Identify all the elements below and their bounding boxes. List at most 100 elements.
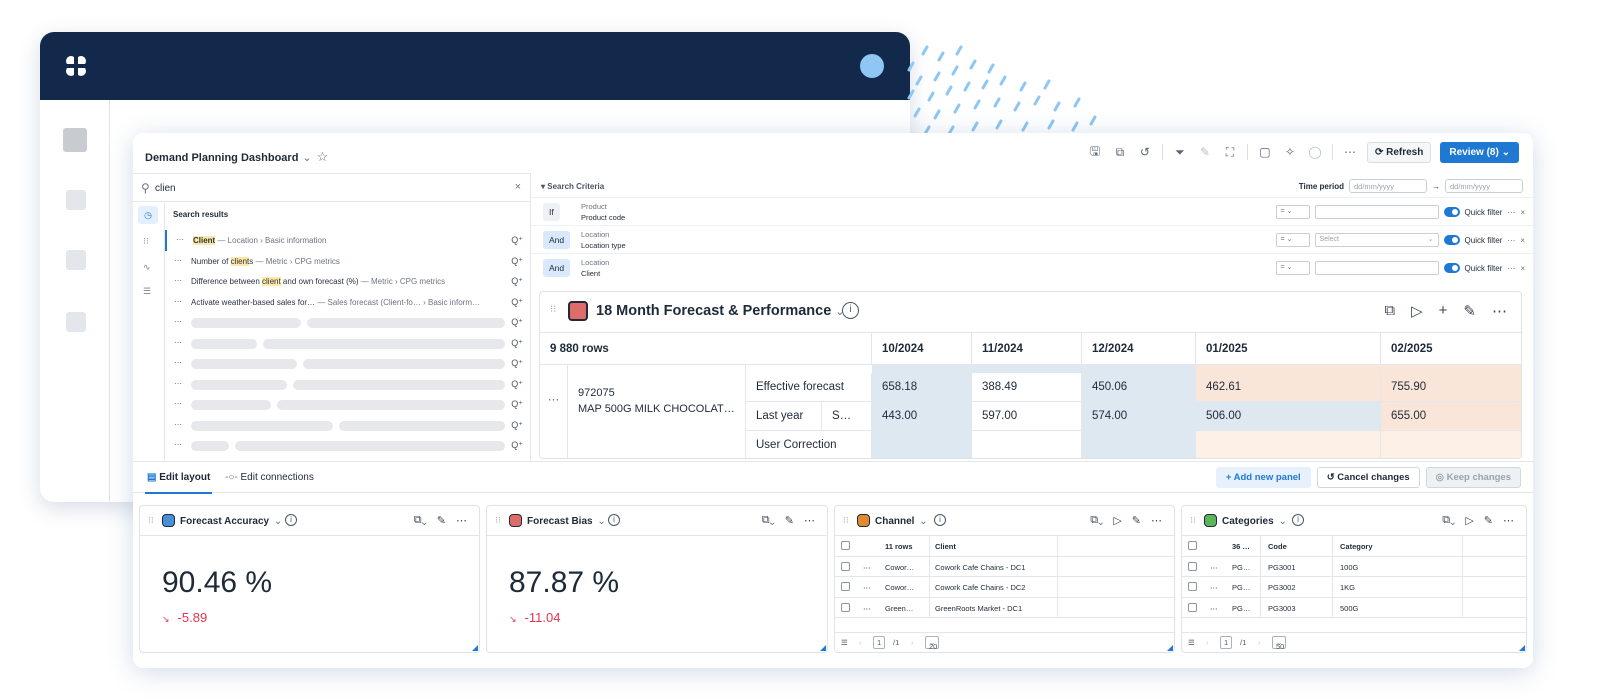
forecast-value-cell[interactable]: 443.00 <box>872 402 972 431</box>
copy-icon[interactable]: ⧉ <box>1112 145 1128 160</box>
search-input[interactable]: clien <box>155 183 176 194</box>
add-to-search-icon[interactable]: Q⁺ <box>511 379 523 390</box>
table-row[interactable]: ⋯ Cowor… Cowork Cafe Chains - DC1 <box>835 556 1174 577</box>
comment-icon[interactable]: ◯ <box>1307 145 1323 159</box>
filter-icon[interactable]: ⏷ <box>1172 145 1188 160</box>
quick-filter-toggle[interactable] <box>1443 207 1460 217</box>
prev-page-icon[interactable]: ‹ <box>1206 638 1209 647</box>
widget-title[interactable]: Forecast Bias ⌄ <box>527 516 606 527</box>
search-box[interactable]: ⚲ clien × <box>133 174 531 202</box>
remove-criteria-icon[interactable]: × <box>1520 236 1525 245</box>
favorite-star-icon[interactable]: ☆ <box>317 149 329 164</box>
forecast-value-cell[interactable] <box>1082 431 1196 458</box>
forecast-value-cell[interactable]: 450.06 <box>1082 373 1196 402</box>
user-avatar[interactable] <box>860 54 884 78</box>
sidebar-icon-placeholder[interactable] <box>66 250 86 270</box>
recent-icon[interactable]: ◷ <box>138 206 158 224</box>
add-new-panel-button[interactable]: + Add new panel <box>1215 467 1311 488</box>
row-more-icon[interactable]: ⋯ <box>1210 563 1218 572</box>
forecast-value-cell[interactable] <box>972 431 1082 458</box>
table-row[interactable]: ⋯ PG… PG3003 500G <box>1182 597 1526 618</box>
review-button[interactable]: Review (8) ⌄ <box>1440 141 1519 163</box>
column-header[interactable]: 11 rows <box>885 542 913 551</box>
more-icon[interactable]: ⋯ <box>1342 145 1358 159</box>
add-to-search-icon[interactable]: Q⁺ <box>511 256 523 267</box>
table-row[interactable]: ⋯ Green… GreenRoots Market - DC1 <box>835 597 1174 618</box>
criteria-operator[interactable]: And <box>543 231 571 249</box>
search-result-item[interactable]: ⋯ Difference between client and own fore… <box>165 271 531 292</box>
drag-handle-icon[interactable]: ⁝⁝ <box>495 515 501 526</box>
remove-criteria-icon[interactable]: × <box>1520 208 1525 217</box>
search-result-item[interactable]: ⋯ Activate weather-based sales for… — Sa… <box>165 292 531 313</box>
more-icon[interactable]: ⋯ <box>804 514 815 527</box>
month-header[interactable]: 01/2025 <box>1196 332 1381 365</box>
column-header[interactable]: Code <box>1268 542 1287 551</box>
add-to-search-icon[interactable]: Q⁺ <box>511 358 523 369</box>
add-to-search-icon[interactable]: Q⁺ <box>511 276 523 287</box>
row-more-icon[interactable]: ⋯ <box>863 604 871 613</box>
row-more-icon[interactable]: ⋯ <box>1210 604 1218 613</box>
column-header[interactable]: 36 … <box>1232 542 1250 551</box>
more-icon[interactable]: ⋯ <box>174 297 182 306</box>
forecast-value-cell[interactable]: 574.00 <box>1082 402 1196 431</box>
table-row[interactable]: ⋯ PG… PG3002 1KG <box>1182 577 1526 598</box>
info-icon[interactable]: i <box>934 514 946 526</box>
play-icon[interactable]: ▷ <box>1113 514 1121 527</box>
remove-criteria-icon[interactable]: × <box>1520 264 1525 273</box>
page-input[interactable]: 1 <box>1220 636 1233 649</box>
chevron-down-icon[interactable]: ⌄ <box>302 152 311 164</box>
widget-title[interactable]: Forecast Accuracy ⌄ <box>180 516 282 527</box>
edit-pencil-icon[interactable]: ✎ <box>1132 514 1141 527</box>
forecast-value-cell[interactable]: 597.00 <box>972 402 1082 431</box>
more-icon[interactable]: ⋯ <box>1151 514 1162 527</box>
edit-pencil-icon[interactable]: ✎ <box>1484 514 1493 527</box>
undo-icon[interactable]: ↺ <box>1137 145 1153 159</box>
forecast-panel-title[interactable]: 18 Month Forecast & Performance ⌄ <box>596 303 845 319</box>
prev-page-icon[interactable]: ‹ <box>859 638 862 647</box>
quick-filter-toggle[interactable] <box>1443 235 1460 245</box>
resize-handle-icon[interactable] <box>1519 645 1525 651</box>
criteria-operator[interactable]: If <box>543 203 560 221</box>
info-icon[interactable]: i <box>1292 514 1304 526</box>
edit-pencil-icon[interactable]: ✎ <box>437 514 446 527</box>
criteria-value-input[interactable] <box>1314 205 1439 219</box>
operator-select[interactable]: = ⌄ <box>1275 261 1310 275</box>
edit-pencil-icon[interactable]: ✎ <box>785 514 794 527</box>
search-criteria-heading[interactable]: ▾ Search Criteria <box>541 182 604 191</box>
widget-title[interactable]: Channel ⌄ <box>875 516 928 527</box>
forecast-value-cell[interactable] <box>872 431 972 458</box>
column-header[interactable]: Client <box>935 542 956 551</box>
panel-color-chip[interactable] <box>568 301 588 321</box>
panel-color-chip[interactable] <box>509 514 522 527</box>
select-all-checkbox[interactable] <box>841 541 850 550</box>
grid-icon[interactable]: ⁝⁝ <box>143 236 149 247</box>
play-icon[interactable]: ▷ <box>1411 302 1423 320</box>
resize-handle-icon[interactable] <box>1167 645 1173 651</box>
forecast-value-cell[interactable] <box>1196 431 1381 458</box>
add-to-search-icon[interactable]: Q⁺ <box>511 317 523 328</box>
criteria-value-select[interactable]: Select ⌄ <box>1314 233 1439 247</box>
duplicate-icon[interactable]: ⧉⌄ <box>1090 514 1103 527</box>
fullscreen-icon[interactable]: ⛶ <box>1222 145 1238 160</box>
drag-handle-icon[interactable]: ⁝⁝ <box>1190 515 1196 526</box>
more-icon[interactable]: ⋯ <box>1507 236 1515 245</box>
more-icon[interactable]: ⋯ <box>174 256 182 265</box>
search-result-item[interactable]: ⋯ Number of clients — Metric › CPG metri… <box>165 251 531 272</box>
tab-edit-layout[interactable]: ▤ Edit layout <box>144 472 213 494</box>
row-checkbox[interactable] <box>841 602 850 612</box>
add-icon[interactable]: + <box>1439 302 1448 320</box>
add-to-search-icon[interactable]: Q⁺ <box>511 338 523 349</box>
end-date-input[interactable]: dd/mm/yyyy <box>1445 179 1523 193</box>
forecast-value-cell[interactable]: 658.18 <box>872 373 972 402</box>
edit-pencil-icon[interactable]: ✎ <box>1463 302 1476 320</box>
more-icon[interactable]: ⋯ <box>176 235 184 244</box>
list-icon[interactable]: ☰ <box>1188 638 1195 647</box>
magic-icon[interactable]: ✧ <box>1282 145 1298 159</box>
edit-pencil-icon[interactable]: ✎ <box>1197 145 1213 159</box>
info-icon[interactable]: i <box>842 302 859 319</box>
row-more-icon[interactable]: ⋯ <box>1210 583 1218 592</box>
row-checkbox[interactable] <box>841 582 850 591</box>
add-to-search-icon[interactable]: Q⁺ <box>511 235 523 246</box>
operator-select[interactable]: = ⌄ <box>1275 233 1310 247</box>
panel-color-chip[interactable] <box>1204 514 1217 527</box>
